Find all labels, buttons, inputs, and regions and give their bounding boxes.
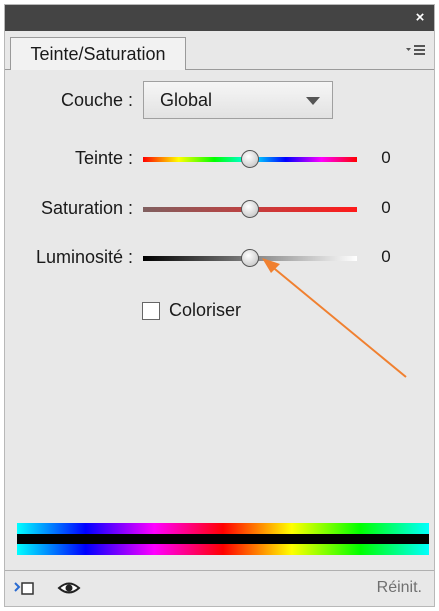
saturation-label: Saturation : bbox=[40, 198, 133, 218]
reset-button[interactable]: Réinit. bbox=[377, 579, 422, 597]
lightness-label: Luminosité : bbox=[35, 247, 133, 267]
output-color-spectrum bbox=[17, 544, 429, 555]
spectrum-divider bbox=[17, 534, 429, 544]
saturation-slider-thumb[interactable] bbox=[241, 200, 259, 218]
colorize-checkbox[interactable] bbox=[142, 302, 160, 320]
close-icon[interactable]: × bbox=[412, 10, 428, 26]
panel-footer: Réinit. bbox=[5, 570, 434, 606]
panel-menu-icon[interactable] bbox=[406, 43, 426, 57]
chevron-down-icon bbox=[306, 97, 320, 105]
saturation-value: 0 bbox=[381, 198, 391, 217]
tab-hue-saturation[interactable]: Teinte/Saturation bbox=[10, 37, 186, 70]
input-color-spectrum bbox=[17, 523, 429, 534]
hue-value: 0 bbox=[381, 148, 391, 167]
lightness-slider-thumb[interactable] bbox=[241, 249, 259, 267]
tab-row: Teinte/Saturation bbox=[5, 31, 434, 70]
hue-slider-thumb[interactable] bbox=[241, 150, 259, 168]
hue-saturation-panel: × Teinte/Saturation Couche : Global Tein… bbox=[4, 4, 435, 607]
clip-to-layer-icon[interactable] bbox=[13, 579, 35, 597]
channel-select-value: Global bbox=[160, 89, 213, 110]
hue-label: Teinte : bbox=[74, 148, 133, 168]
colorize-label[interactable]: Coloriser bbox=[169, 300, 241, 321]
lightness-value: 0 bbox=[381, 247, 391, 266]
panel-titlebar: × bbox=[5, 5, 434, 31]
channel-select[interactable]: Global bbox=[143, 81, 333, 119]
eye-icon[interactable] bbox=[57, 579, 81, 597]
channel-label: Couche : bbox=[60, 90, 133, 110]
